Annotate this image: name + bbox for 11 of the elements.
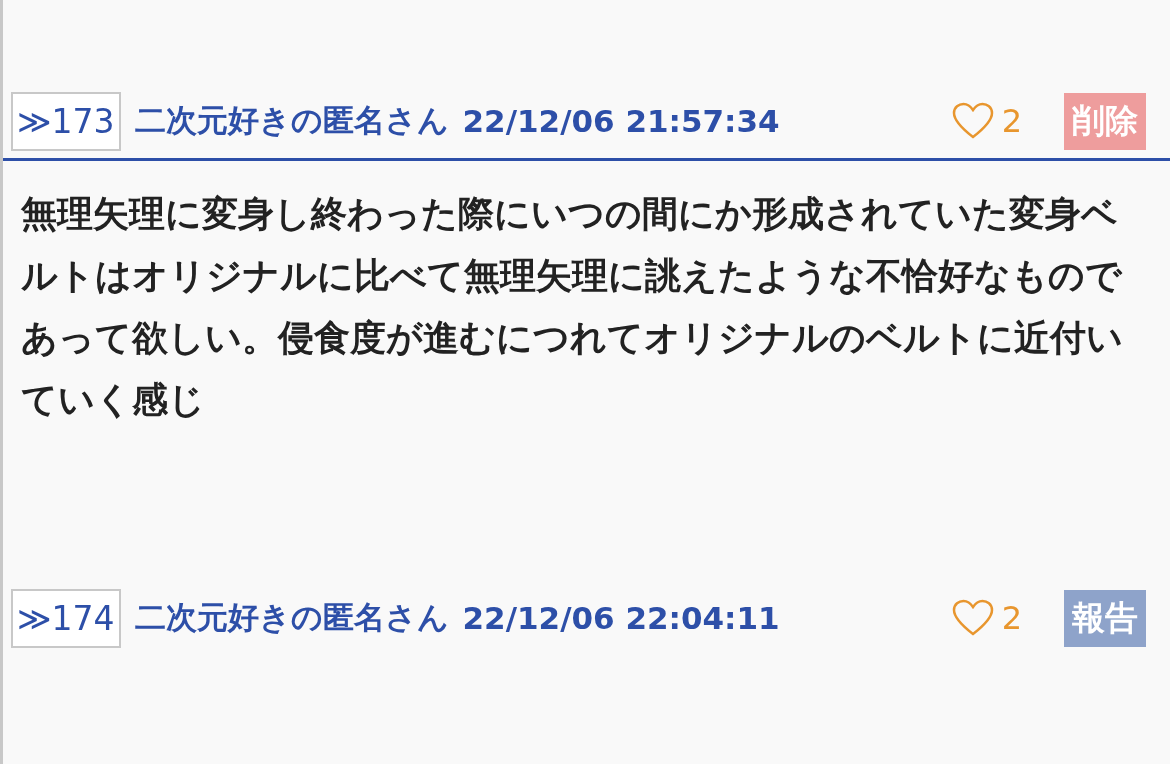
post-number-link[interactable]: ≫174: [11, 588, 121, 648]
heart-icon[interactable]: [951, 599, 994, 637]
like-count: 2: [1001, 102, 1022, 140]
heart-icon[interactable]: [951, 102, 994, 140]
author-name: 二次元好きの匿名さん: [134, 101, 449, 140]
post-date: 22/12/06 22:04:11: [462, 600, 780, 636]
like-count: 2: [1001, 599, 1022, 637]
author-name: 二次元好きの匿名さん: [134, 598, 449, 637]
post-date: 22/12/06 21:57:34: [462, 103, 780, 139]
post-number-link[interactable]: ≫173: [11, 91, 121, 151]
post-body: 無理矢理に変身し終わった際にいつの間にか形成されていた変身ベルトはオリジナルに比べて無理矢理に誂えたような不恰好なものであって欲しい。侵食度が進むにつれてオリジナルのベルトに近付いていく感じ: [20, 192, 1124, 422]
